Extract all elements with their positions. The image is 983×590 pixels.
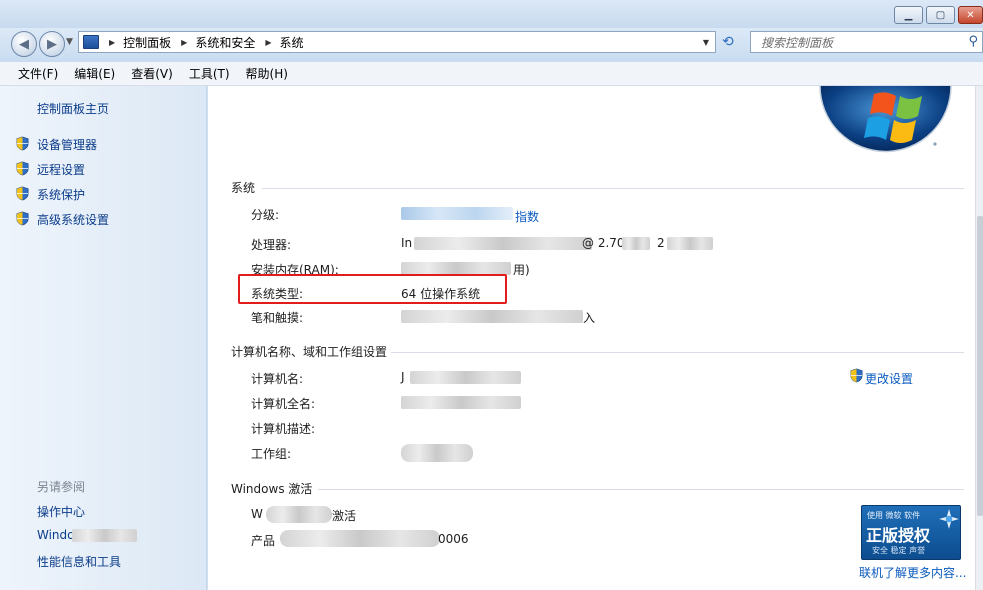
control-panel-icon [83, 35, 99, 49]
activation-status-suffix: 激活 [332, 509, 357, 523]
redacted-text [401, 207, 513, 220]
redacted-text [72, 529, 137, 542]
processor-value-prefix: In [401, 236, 413, 250]
section-divider [262, 188, 964, 189]
system-section-heading: 系统 [231, 181, 256, 195]
computer-description-label: 计算机描述: [251, 422, 316, 436]
refresh-button[interactable]: ⟲ [722, 34, 734, 50]
workgroup-label: 工作组: [251, 447, 292, 461]
system-type-label: 系统类型: [251, 287, 304, 301]
uac-shield-icon [16, 161, 29, 176]
sidebar-item-remote-settings[interactable]: 远程设置 [37, 161, 85, 178]
computer-section-heading: 计算机名称、域和工作组设置 [231, 345, 388, 359]
computer-name-label: 计算机名: [251, 372, 304, 386]
rating-label: 分级: [251, 208, 280, 222]
uac-shield-icon [16, 136, 29, 151]
breadcrumb-separator[interactable]: ▶ [181, 38, 187, 47]
badge-main-text: 正版授权 [866, 526, 931, 545]
minimize-button[interactable]: ▁ [894, 6, 923, 24]
activation-status-prefix: W [251, 507, 263, 521]
refresh-icon: ⟲ [722, 34, 734, 50]
close-icon: ✕ [966, 9, 975, 21]
forward-button[interactable]: ▶ [39, 31, 65, 57]
computer-name-prefix: J [401, 370, 405, 384]
star-icon [939, 509, 959, 529]
badge-top-text: 使用 微软 软件 [867, 511, 921, 520]
full-computer-name-label: 计算机全名: [251, 397, 316, 411]
processor-speed: @ 2.70 [582, 236, 625, 250]
back-button[interactable]: ◀ [11, 31, 37, 57]
see-also-action-center[interactable]: 操作中心 [37, 503, 85, 520]
chevron-down-icon: ▼ [66, 37, 73, 47]
menu-help[interactable]: 帮助(H) [238, 65, 296, 82]
breadcrumb-system[interactable]: 系统 [280, 34, 304, 51]
task-pane: 控制面板主页 设备管理器 远程设置 系统保护 高级系统设置 另请参阅 操作中心 … [0, 86, 207, 590]
redacted-text [667, 237, 713, 250]
recent-pages-dropdown[interactable]: ▼ [66, 37, 73, 47]
section-divider [391, 352, 964, 353]
processor-value-tail: 2 [657, 236, 665, 250]
search-input[interactable]: 搜索控制面板 ⚲ [750, 31, 983, 53]
menu-view[interactable]: 查看(V) [123, 65, 181, 82]
ram-value-suffix: 用) [513, 263, 530, 277]
redacted-text [410, 371, 521, 384]
processor-label: 处理器: [251, 238, 292, 252]
change-settings-link[interactable]: 更改设置 [865, 370, 913, 387]
sidebar-item-device-manager[interactable]: 设备管理器 [37, 136, 97, 153]
product-id-label: 产品 [251, 534, 276, 548]
redacted-text [622, 237, 650, 250]
redacted-text [280, 530, 440, 547]
close-button[interactable]: ✕ [958, 6, 983, 24]
address-bar[interactable]: ▶ 控制面板 ▶ 系统和安全 ▶ 系统 ▼ [78, 31, 716, 53]
breadcrumb-control-panel[interactable]: 控制面板 [123, 34, 171, 51]
scrollbar-thumb[interactable] [977, 216, 983, 516]
learn-more-online-link[interactable]: 联机了解更多内容... [859, 564, 966, 581]
badge-sub-text: 安全 稳定 声誉 [872, 546, 926, 555]
breadcrumb-system-security[interactable]: 系统和安全 [195, 34, 255, 51]
sidebar-item-advanced-settings[interactable]: 高级系统设置 [37, 211, 109, 228]
menu-tools[interactable]: 工具(T) [181, 65, 238, 82]
uac-shield-icon [850, 368, 863, 383]
redacted-text [401, 396, 521, 409]
menu-edit[interactable]: 编辑(E) [66, 65, 123, 82]
windows-logo-icon [819, 86, 952, 153]
section-divider [318, 489, 964, 490]
back-arrow-icon: ◀ [19, 36, 29, 52]
breadcrumb-separator[interactable]: ▶ [265, 38, 271, 47]
vertical-scrollbar[interactable] [975, 86, 983, 590]
uac-shield-icon [16, 186, 29, 201]
product-id-suffix: 0006 [438, 532, 469, 546]
pen-touch-label: 笔和触摸: [251, 311, 304, 325]
redacted-text [401, 444, 473, 462]
uac-shield-icon [16, 211, 29, 226]
see-also-heading: 另请参阅 [37, 480, 86, 494]
search-placeholder: 搜索控制面板 [761, 35, 834, 50]
see-also-performance[interactable]: 性能信息和工具 [37, 553, 121, 570]
maximize-icon: ▢ [935, 9, 946, 21]
control-panel-home-link[interactable]: 控制面板主页 [37, 100, 109, 117]
search-icon[interactable]: ⚲ [968, 34, 978, 49]
title-bar [0, 0, 983, 30]
redacted-text [266, 506, 332, 523]
redacted-text [414, 237, 592, 250]
performance-index-link[interactable]: 指数 [515, 208, 539, 225]
address-dropdown-icon[interactable]: ▼ [703, 38, 709, 47]
redacted-text [401, 310, 583, 323]
menu-bar: 文件(F) 编辑(E) 查看(V) 工具(T) 帮助(H) [0, 62, 983, 86]
system-type-value: 64 位操作系统 [401, 287, 481, 301]
activation-section-heading: Windows 激活 [231, 482, 313, 496]
minimize-icon: ▁ [904, 9, 913, 21]
menu-file[interactable]: 文件(F) [10, 65, 66, 82]
sidebar-item-system-protection[interactable]: 系统保护 [37, 186, 85, 203]
see-also-windows-update[interactable]: Windo [37, 528, 75, 542]
maximize-button[interactable]: ▢ [926, 6, 955, 24]
forward-arrow-icon: ▶ [47, 36, 57, 52]
pen-touch-value-suffix: 入 [583, 311, 596, 325]
breadcrumb-separator[interactable]: ▶ [109, 38, 115, 47]
genuine-software-badge: 使用 微软 软件 正版授权 安全 稳定 声誉 [861, 505, 961, 560]
